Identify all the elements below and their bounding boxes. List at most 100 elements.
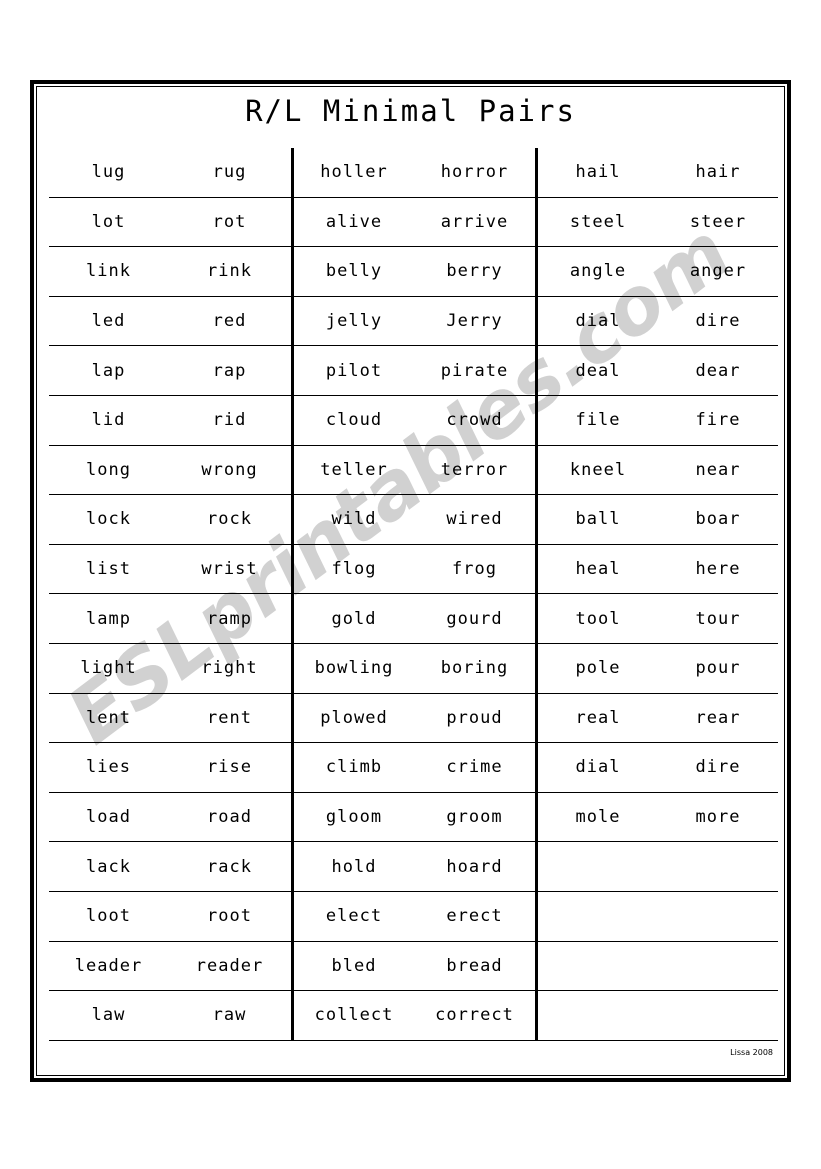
table-row: lent rent plowed proud real rear <box>49 693 778 744</box>
word-cell: flog <box>291 544 414 595</box>
word-cell: lamp <box>49 593 168 644</box>
word-cell: proud <box>414 693 537 744</box>
word-cell-empty <box>658 990 778 1041</box>
word-cell: kneel <box>535 445 658 496</box>
word-cell: terror <box>414 445 537 496</box>
word-cell: heal <box>535 544 658 595</box>
word-cell: hail <box>535 148 658 198</box>
word-cell: pirate <box>414 345 537 396</box>
word-cell: rise <box>168 742 293 793</box>
word-cell: boring <box>414 643 537 694</box>
word-cell: pole <box>535 643 658 694</box>
word-cell: rear <box>658 693 778 744</box>
word-cell: dial <box>535 742 658 793</box>
word-cell: leader <box>49 941 168 992</box>
word-cell: plowed <box>291 693 414 744</box>
worksheet-page: R/L Minimal Pairs lug rug holler horror hail… <box>0 0 821 1169</box>
table-row: light right bowling boring pole pour <box>49 643 778 694</box>
word-cell: crime <box>414 742 537 793</box>
word-cell: list <box>49 544 168 595</box>
word-cell: alive <box>291 197 414 248</box>
word-cell: rot <box>168 197 293 248</box>
word-cell: teller <box>291 445 414 496</box>
word-cell: light <box>49 643 168 694</box>
word-cell: gourd <box>414 593 537 644</box>
word-cell: climb <box>291 742 414 793</box>
word-cell: wrist <box>168 544 293 595</box>
word-cell: wired <box>414 494 537 545</box>
minimal-pairs-table-wrapper: lug rug holler horror hail hair lot rot alive arr… <box>49 148 778 1041</box>
word-cell: horror <box>414 148 537 198</box>
word-cell: pour <box>658 643 778 694</box>
table-row: load road gloom groom mole more <box>49 792 778 843</box>
word-cell: right <box>168 643 293 694</box>
word-cell: dial <box>535 296 658 347</box>
word-cell: dire <box>658 742 778 793</box>
word-cell: belly <box>291 246 414 297</box>
table-body: lug rug holler horror hail hair lot rot alive arr… <box>49 148 778 1041</box>
page-title: R/L Minimal Pairs <box>245 94 576 128</box>
word-cell: cloud <box>291 395 414 446</box>
word-cell: arrive <box>414 197 537 248</box>
word-cell-empty <box>658 891 778 942</box>
word-cell: lid <box>49 395 168 446</box>
word-cell: crowd <box>414 395 537 446</box>
word-cell: anger <box>658 246 778 297</box>
word-cell: steel <box>535 197 658 248</box>
word-cell: gloom <box>291 792 414 843</box>
table-row: leader reader bled bread <box>49 941 778 992</box>
word-cell: gold <box>291 593 414 644</box>
word-cell: pilot <box>291 345 414 396</box>
word-cell: deal <box>535 345 658 396</box>
footer-credit: Lissa 2008 <box>730 1048 773 1057</box>
word-cell: link <box>49 246 168 297</box>
table-row: law raw collect correct <box>49 990 778 1041</box>
word-cell-empty <box>658 841 778 892</box>
word-cell: lug <box>49 148 168 198</box>
minimal-pairs-table: lug rug holler horror hail hair lot rot alive arr… <box>49 148 778 1041</box>
word-cell: steer <box>658 197 778 248</box>
word-cell: fire <box>658 395 778 446</box>
word-cell: load <box>49 792 168 843</box>
word-cell: rack <box>168 841 293 892</box>
table-row: lot rot alive arrive steel steer <box>49 197 778 248</box>
table-row: long wrong teller terror kneel near <box>49 445 778 496</box>
word-cell: lies <box>49 742 168 793</box>
word-cell-empty <box>535 891 658 942</box>
word-cell: frog <box>414 544 537 595</box>
word-cell: root <box>168 891 293 942</box>
word-cell: lot <box>49 197 168 248</box>
word-cell: jelly <box>291 296 414 347</box>
table-row: lug rug holler horror hail hair <box>49 148 778 198</box>
word-cell: red <box>168 296 293 347</box>
word-cell: rock <box>168 494 293 545</box>
word-cell: berry <box>414 246 537 297</box>
word-cell: holler <box>291 148 414 198</box>
table-row: list wrist flog frog heal here <box>49 544 778 595</box>
word-cell: here <box>658 544 778 595</box>
word-cell: more <box>658 792 778 843</box>
word-cell: ball <box>535 494 658 545</box>
word-cell: led <box>49 296 168 347</box>
word-cell: near <box>658 445 778 496</box>
word-cell: rug <box>168 148 293 198</box>
word-cell: groom <box>414 792 537 843</box>
word-cell: wild <box>291 494 414 545</box>
table-row: lock rock wild wired ball boar <box>49 494 778 545</box>
table-row: lack rack hold hoard <box>49 841 778 892</box>
word-cell: raw <box>168 990 293 1041</box>
word-cell: rink <box>168 246 293 297</box>
word-cell: long <box>49 445 168 496</box>
word-cell: lent <box>49 693 168 744</box>
word-cell: hold <box>291 841 414 892</box>
word-cell: angle <box>535 246 658 297</box>
word-cell: ramp <box>168 593 293 644</box>
word-cell: reader <box>168 941 293 992</box>
word-cell: bowling <box>291 643 414 694</box>
word-cell-empty <box>535 941 658 992</box>
table-row: link rink belly berry angle anger <box>49 246 778 297</box>
table-row: lid rid cloud crowd file fire <box>49 395 778 446</box>
word-cell-empty <box>535 841 658 892</box>
table-row: lies rise climb crime dial dire <box>49 742 778 793</box>
word-cell-empty <box>535 990 658 1041</box>
